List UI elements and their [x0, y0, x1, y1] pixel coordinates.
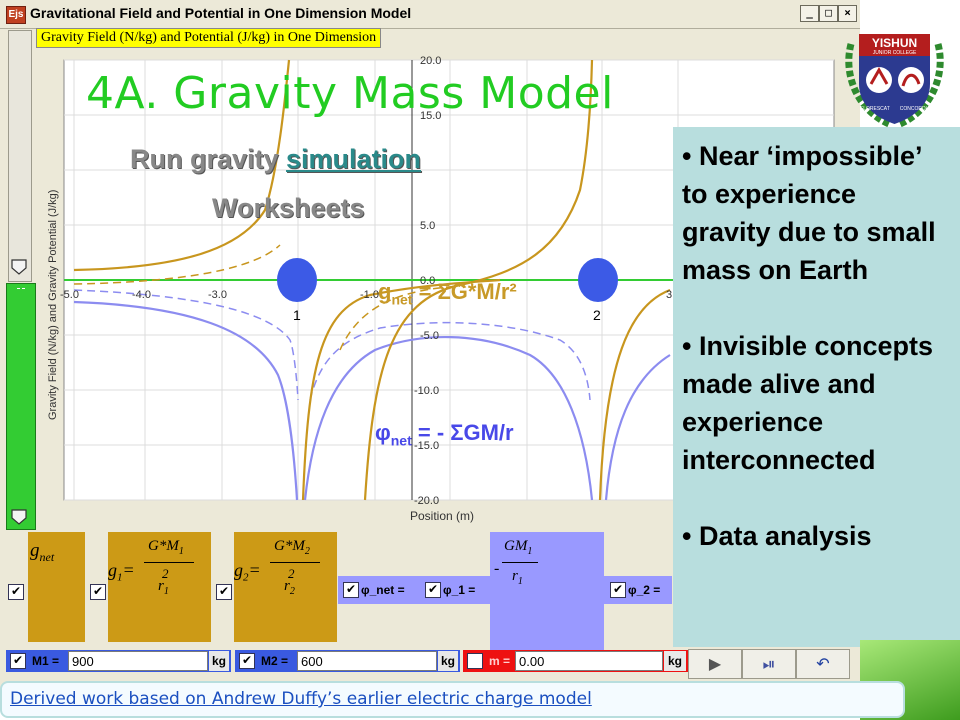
gnet-equation: gnet — [30, 540, 55, 564]
x-tick-label: 3 — [666, 289, 672, 301]
fraction-bar — [144, 562, 194, 563]
m2-input[interactable]: 600 — [297, 651, 437, 671]
app-icon: Ejs — [6, 6, 26, 24]
play-icon: ▶ — [708, 654, 722, 673]
m2-label: M2 = — [261, 654, 289, 668]
mass-2-label: 2 — [593, 307, 601, 323]
phi-net-label: φ_net = — [361, 583, 405, 597]
mass-1-disc[interactable] — [277, 258, 317, 302]
g2-block: g2= G*M2 2 r2 — [234, 532, 337, 642]
logo-sub-text: JUNIOR COLLEGE — [873, 50, 917, 56]
m-label: m = — [489, 654, 511, 668]
g1-denominator: r1 — [158, 578, 169, 597]
gnet-checkbox[interactable]: ✔ — [8, 584, 24, 600]
school-crest-logo: YISHUN JUNIOR COLLEGE FLORESCAT CONCORDI… — [845, 34, 944, 128]
play-button[interactable]: ▶ — [688, 649, 742, 679]
x-tick-label: -1.0 — [360, 289, 379, 301]
slide-heading: 4A. Gravity Mass Model — [86, 68, 614, 119]
bullet-item: • Invisible concepts made alive and expe… — [682, 331, 934, 475]
gnet-block: gnet — [28, 532, 85, 642]
equation-panel: gnet ✔ g1= G*M1 2 r1 ✔ g2= G*M2 2 r2 ✔ ✔… — [0, 532, 672, 650]
phi1-minus: - — [494, 560, 500, 577]
fraction-bar — [502, 562, 538, 563]
mass-2-disc[interactable] — [578, 258, 618, 302]
mass-1-label: 1 — [293, 307, 301, 323]
phi-1-label: φ_1 = — [443, 583, 476, 597]
slider-grip-icon — [17, 288, 25, 291]
window-title: Gravitational Field and Potential in One… — [30, 5, 412, 21]
title-bar: Ejs Gravitational Field and Potential in… — [0, 0, 860, 29]
g1-lhs: g1= — [108, 560, 135, 584]
maximize-button[interactable]: □ — [819, 5, 838, 22]
y-axis-title: Gravity Field (N/kg) and Gravity Potenti… — [47, 190, 59, 420]
m-unit: kg — [664, 651, 686, 671]
footer-bar: Derived work based on Andrew Duffy’s ear… — [0, 681, 905, 718]
g1-checkbox[interactable]: ✔ — [90, 584, 106, 600]
m-input[interactable]: 0.00 — [515, 651, 663, 671]
y-tick-label: 20.0 — [420, 55, 441, 67]
step-button[interactable]: ⏯ — [742, 649, 796, 679]
m1-input[interactable]: 900 — [68, 651, 208, 671]
y-tick-label: 5.0 — [420, 220, 435, 232]
simulation-link[interactable]: simulation — [286, 144, 421, 174]
gnet-formula-label: gnet = ΣG*M/r² — [378, 279, 517, 308]
x-tick-label: -4.0 — [132, 289, 151, 301]
bullet-panel: • Near ‘impossible’ to experience gravit… — [673, 127, 960, 647]
run-simulation-line: Run gravity simulation — [130, 144, 421, 175]
g2-checkbox[interactable]: ✔ — [216, 584, 232, 600]
y-tick-label: -10.0 — [414, 385, 439, 397]
run-prefix: Run gravity — [130, 144, 287, 174]
x-tick-label: -5.0 — [60, 289, 79, 301]
y-tick-label: -20.0 — [414, 495, 439, 507]
phinet-formula-label: φnet = - ΣGM/r — [375, 420, 514, 449]
m-checkbox[interactable] — [467, 653, 483, 669]
logo-motto-left: FLORESCAT — [860, 106, 890, 112]
phi1-block: - GM1 r1 — [490, 532, 604, 650]
minimize-button[interactable]: _ — [800, 5, 819, 22]
lower-slider-thumb[interactable] — [10, 508, 28, 526]
g2-numerator: G*M2 — [274, 538, 310, 557]
lower-vertical-slider[interactable] — [6, 283, 36, 530]
phi1-denominator: r1 — [512, 568, 523, 587]
step-icon: ⏯ — [762, 654, 776, 673]
g1-numerator: G*M1 — [148, 538, 184, 557]
phi-2-label: φ_2 = — [628, 583, 661, 597]
logo-top-text: YISHUN — [872, 36, 917, 50]
phi-2-checkbox[interactable]: ✔ — [610, 582, 626, 598]
m1-control: ✔ M1 = 900 kg — [6, 650, 231, 672]
phi-net-checkbox[interactable]: ✔ — [343, 582, 359, 598]
m2-checkbox[interactable]: ✔ — [239, 653, 255, 669]
logo-motto-right: CONCORDIA — [900, 106, 931, 112]
x-tick-label: -3.0 — [208, 289, 227, 301]
m1-checkbox[interactable]: ✔ — [10, 653, 26, 669]
m1-label: M1 = — [32, 654, 60, 668]
m2-unit: kg — [438, 651, 458, 671]
test-mass-control: m = 0.00 kg — [463, 650, 688, 672]
phi-1-checkbox[interactable]: ✔ — [425, 582, 441, 598]
m1-unit: kg — [209, 651, 229, 671]
g2-denominator: r2 — [284, 578, 295, 597]
reset-button[interactable]: ↶ — [796, 649, 850, 679]
g2-lhs: g2= — [234, 560, 261, 584]
reset-icon: ↶ — [816, 654, 830, 673]
x-axis-title: Position (m) — [410, 509, 474, 523]
worksheets-label[interactable]: Worksheets — [212, 193, 365, 224]
y-tick-label: -5.0 — [420, 330, 439, 342]
upper-vertical-slider[interactable] — [8, 30, 32, 282]
fraction-bar — [270, 562, 320, 563]
bullet-item: • Near ‘impossible’ to experience gravit… — [682, 141, 936, 285]
bullet-item: • Data analysis — [682, 521, 872, 551]
phi1-numerator: GM1 — [504, 538, 533, 557]
g1-block: g1= G*M1 2 r1 — [108, 532, 211, 642]
m2-control: ✔ M2 = 600 kg — [235, 650, 460, 672]
upper-slider-thumb[interactable] — [10, 258, 28, 276]
credit-link[interactable]: Derived work based on Andrew Duffy’s ear… — [10, 689, 592, 709]
plot-caption: Gravity Field (N/kg) and Potential (J/kg… — [36, 28, 382, 48]
